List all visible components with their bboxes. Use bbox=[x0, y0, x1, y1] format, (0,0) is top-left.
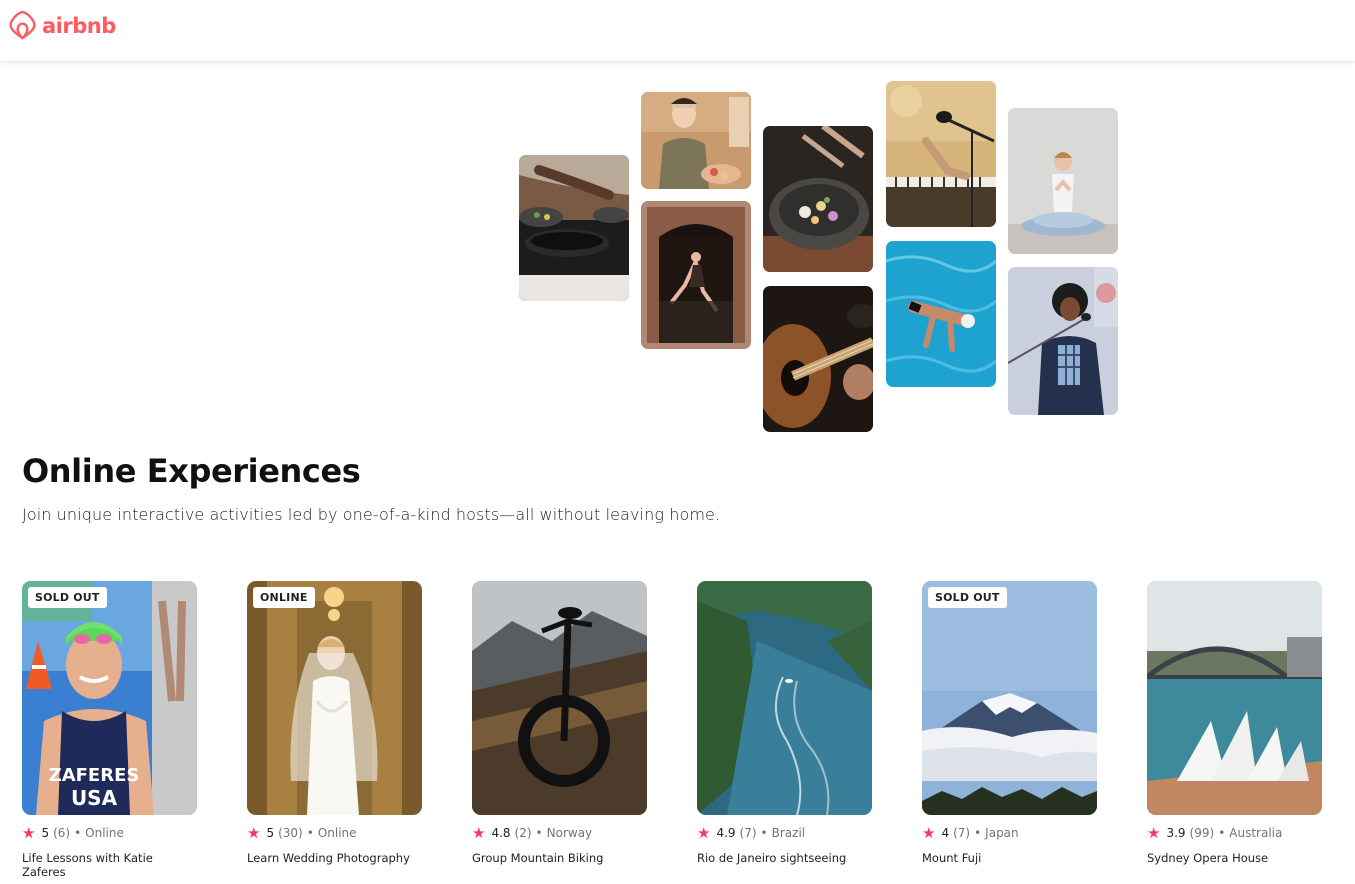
hero-photo-cooking bbox=[519, 155, 629, 301]
review-count: (7) bbox=[739, 826, 757, 840]
separator-dot: • bbox=[306, 826, 314, 840]
star-icon: ★ bbox=[472, 823, 486, 842]
hero-photo-flamenco-dancer bbox=[641, 201, 751, 349]
card-photo-mount-fuji[interactable]: SOLD OUT bbox=[922, 581, 1097, 815]
rating-value: 5 bbox=[41, 826, 50, 840]
rating-value: 4.8 bbox=[491, 826, 511, 840]
page-subtitle: Join unique interactive activities led b… bbox=[22, 505, 721, 524]
separator-dot: • bbox=[974, 826, 982, 840]
experience-card[interactable]: ★ 4.8 (2) • Norway Group Mountain Biking bbox=[472, 581, 647, 865]
navbar: airbnb bbox=[0, 0, 1355, 61]
review-count: (99) bbox=[1189, 826, 1215, 840]
experience-card[interactable]: SOLD OUT ★ 4 (7) • Japan Mount Fuji bbox=[922, 581, 1097, 865]
experience-card-list: ZAFERES USA SOLD OUT ★ 5 (6) • Online Li… bbox=[22, 581, 1342, 884]
airbnb-logo[interactable]: airbnb bbox=[8, 10, 116, 41]
svg-text:ZAFERES: ZAFERES bbox=[49, 765, 140, 786]
separator-dot: • bbox=[760, 826, 768, 840]
card-title[interactable]: Sydney Opera House bbox=[1147, 851, 1322, 865]
card-rating-row: ★ 4 (7) • Japan bbox=[922, 825, 1097, 841]
hero-photo-singer bbox=[1008, 267, 1118, 415]
experience-card[interactable]: ONLINE ★ 5 (30) • Online Learn Wedding P… bbox=[247, 581, 422, 865]
rating-value: 5 bbox=[266, 826, 275, 840]
card-rating-row: ★ 5 (30) • Online bbox=[247, 825, 422, 841]
card-photo-bride[interactable]: ONLINE bbox=[247, 581, 422, 815]
card-rating-row: ★ 5 (6) • Online bbox=[22, 825, 197, 841]
svg-text:USA: USA bbox=[71, 786, 118, 810]
hero-photo-pasta-chef bbox=[641, 92, 751, 189]
card-location: Brazil bbox=[771, 826, 806, 840]
card-title[interactable]: Group Mountain Biking bbox=[472, 851, 647, 865]
rating-value: 4.9 bbox=[716, 826, 736, 840]
status-badge: SOLD OUT bbox=[28, 587, 107, 608]
status-badge: SOLD OUT bbox=[928, 587, 1007, 608]
card-photo-sydney-opera-house[interactable] bbox=[1147, 581, 1322, 815]
airbnb-logo-icon bbox=[9, 10, 36, 40]
review-count: (6) bbox=[53, 826, 71, 840]
star-icon: ★ bbox=[697, 823, 711, 842]
hero-photo-collage bbox=[0, 61, 1355, 441]
card-photo-triathlete[interactable]: ZAFERES USA SOLD OUT bbox=[22, 581, 197, 815]
card-title[interactable]: Mount Fuji bbox=[922, 851, 1097, 865]
card-location: Japan bbox=[985, 826, 1019, 840]
star-icon: ★ bbox=[1147, 823, 1161, 842]
hero-photo-yoga bbox=[1008, 108, 1118, 254]
hero-photo-plated-dish bbox=[763, 126, 873, 272]
card-location: Australia bbox=[1229, 826, 1283, 840]
review-count: (30) bbox=[278, 826, 303, 840]
review-count: (2) bbox=[514, 826, 532, 840]
rating-value: 4 bbox=[941, 826, 950, 840]
rating-value: 3.9 bbox=[1166, 826, 1186, 840]
experience-card[interactable]: ZAFERES USA SOLD OUT ★ 5 (6) • Online Li… bbox=[22, 581, 197, 879]
star-icon: ★ bbox=[247, 823, 261, 842]
card-location: Online bbox=[317, 826, 357, 840]
star-icon: ★ bbox=[922, 823, 936, 842]
separator-dot: • bbox=[74, 826, 82, 840]
airbnb-wordmark: airbnb bbox=[42, 13, 116, 38]
hero-photo-piano-microphone bbox=[886, 81, 996, 227]
card-photo-fjord[interactable] bbox=[697, 581, 872, 815]
experience-card[interactable]: ★ 3.9 (99) • Australia Sydney Opera Hous… bbox=[1147, 581, 1322, 865]
card-location: Online bbox=[85, 826, 124, 840]
card-title[interactable]: Rio de Janeiro sightseeing bbox=[697, 851, 872, 865]
card-rating-row: ★ 4.8 (2) • Norway bbox=[472, 825, 647, 841]
hero-photo-acoustic-guitar bbox=[763, 286, 873, 432]
hero-photo-swimmer bbox=[886, 241, 996, 387]
page-title: Online Experiences bbox=[22, 452, 361, 490]
card-title[interactable]: Learn Wedding Photography bbox=[247, 851, 422, 865]
experience-card[interactable]: ★ 4.9 (7) • Brazil Rio de Janeiro sights… bbox=[697, 581, 872, 865]
separator-dot: • bbox=[535, 826, 543, 840]
separator-dot: • bbox=[1218, 826, 1226, 840]
card-rating-row: ★ 3.9 (99) • Australia bbox=[1147, 825, 1322, 841]
card-location: Norway bbox=[546, 826, 593, 840]
card-title[interactable]: Life Lessons with Katie Zaferes bbox=[22, 851, 172, 879]
review-count: (7) bbox=[953, 826, 971, 840]
card-photo-mountain-bike[interactable] bbox=[472, 581, 647, 815]
star-icon: ★ bbox=[22, 823, 36, 842]
status-badge: ONLINE bbox=[253, 587, 315, 608]
card-rating-row: ★ 4.9 (7) • Brazil bbox=[697, 825, 872, 841]
